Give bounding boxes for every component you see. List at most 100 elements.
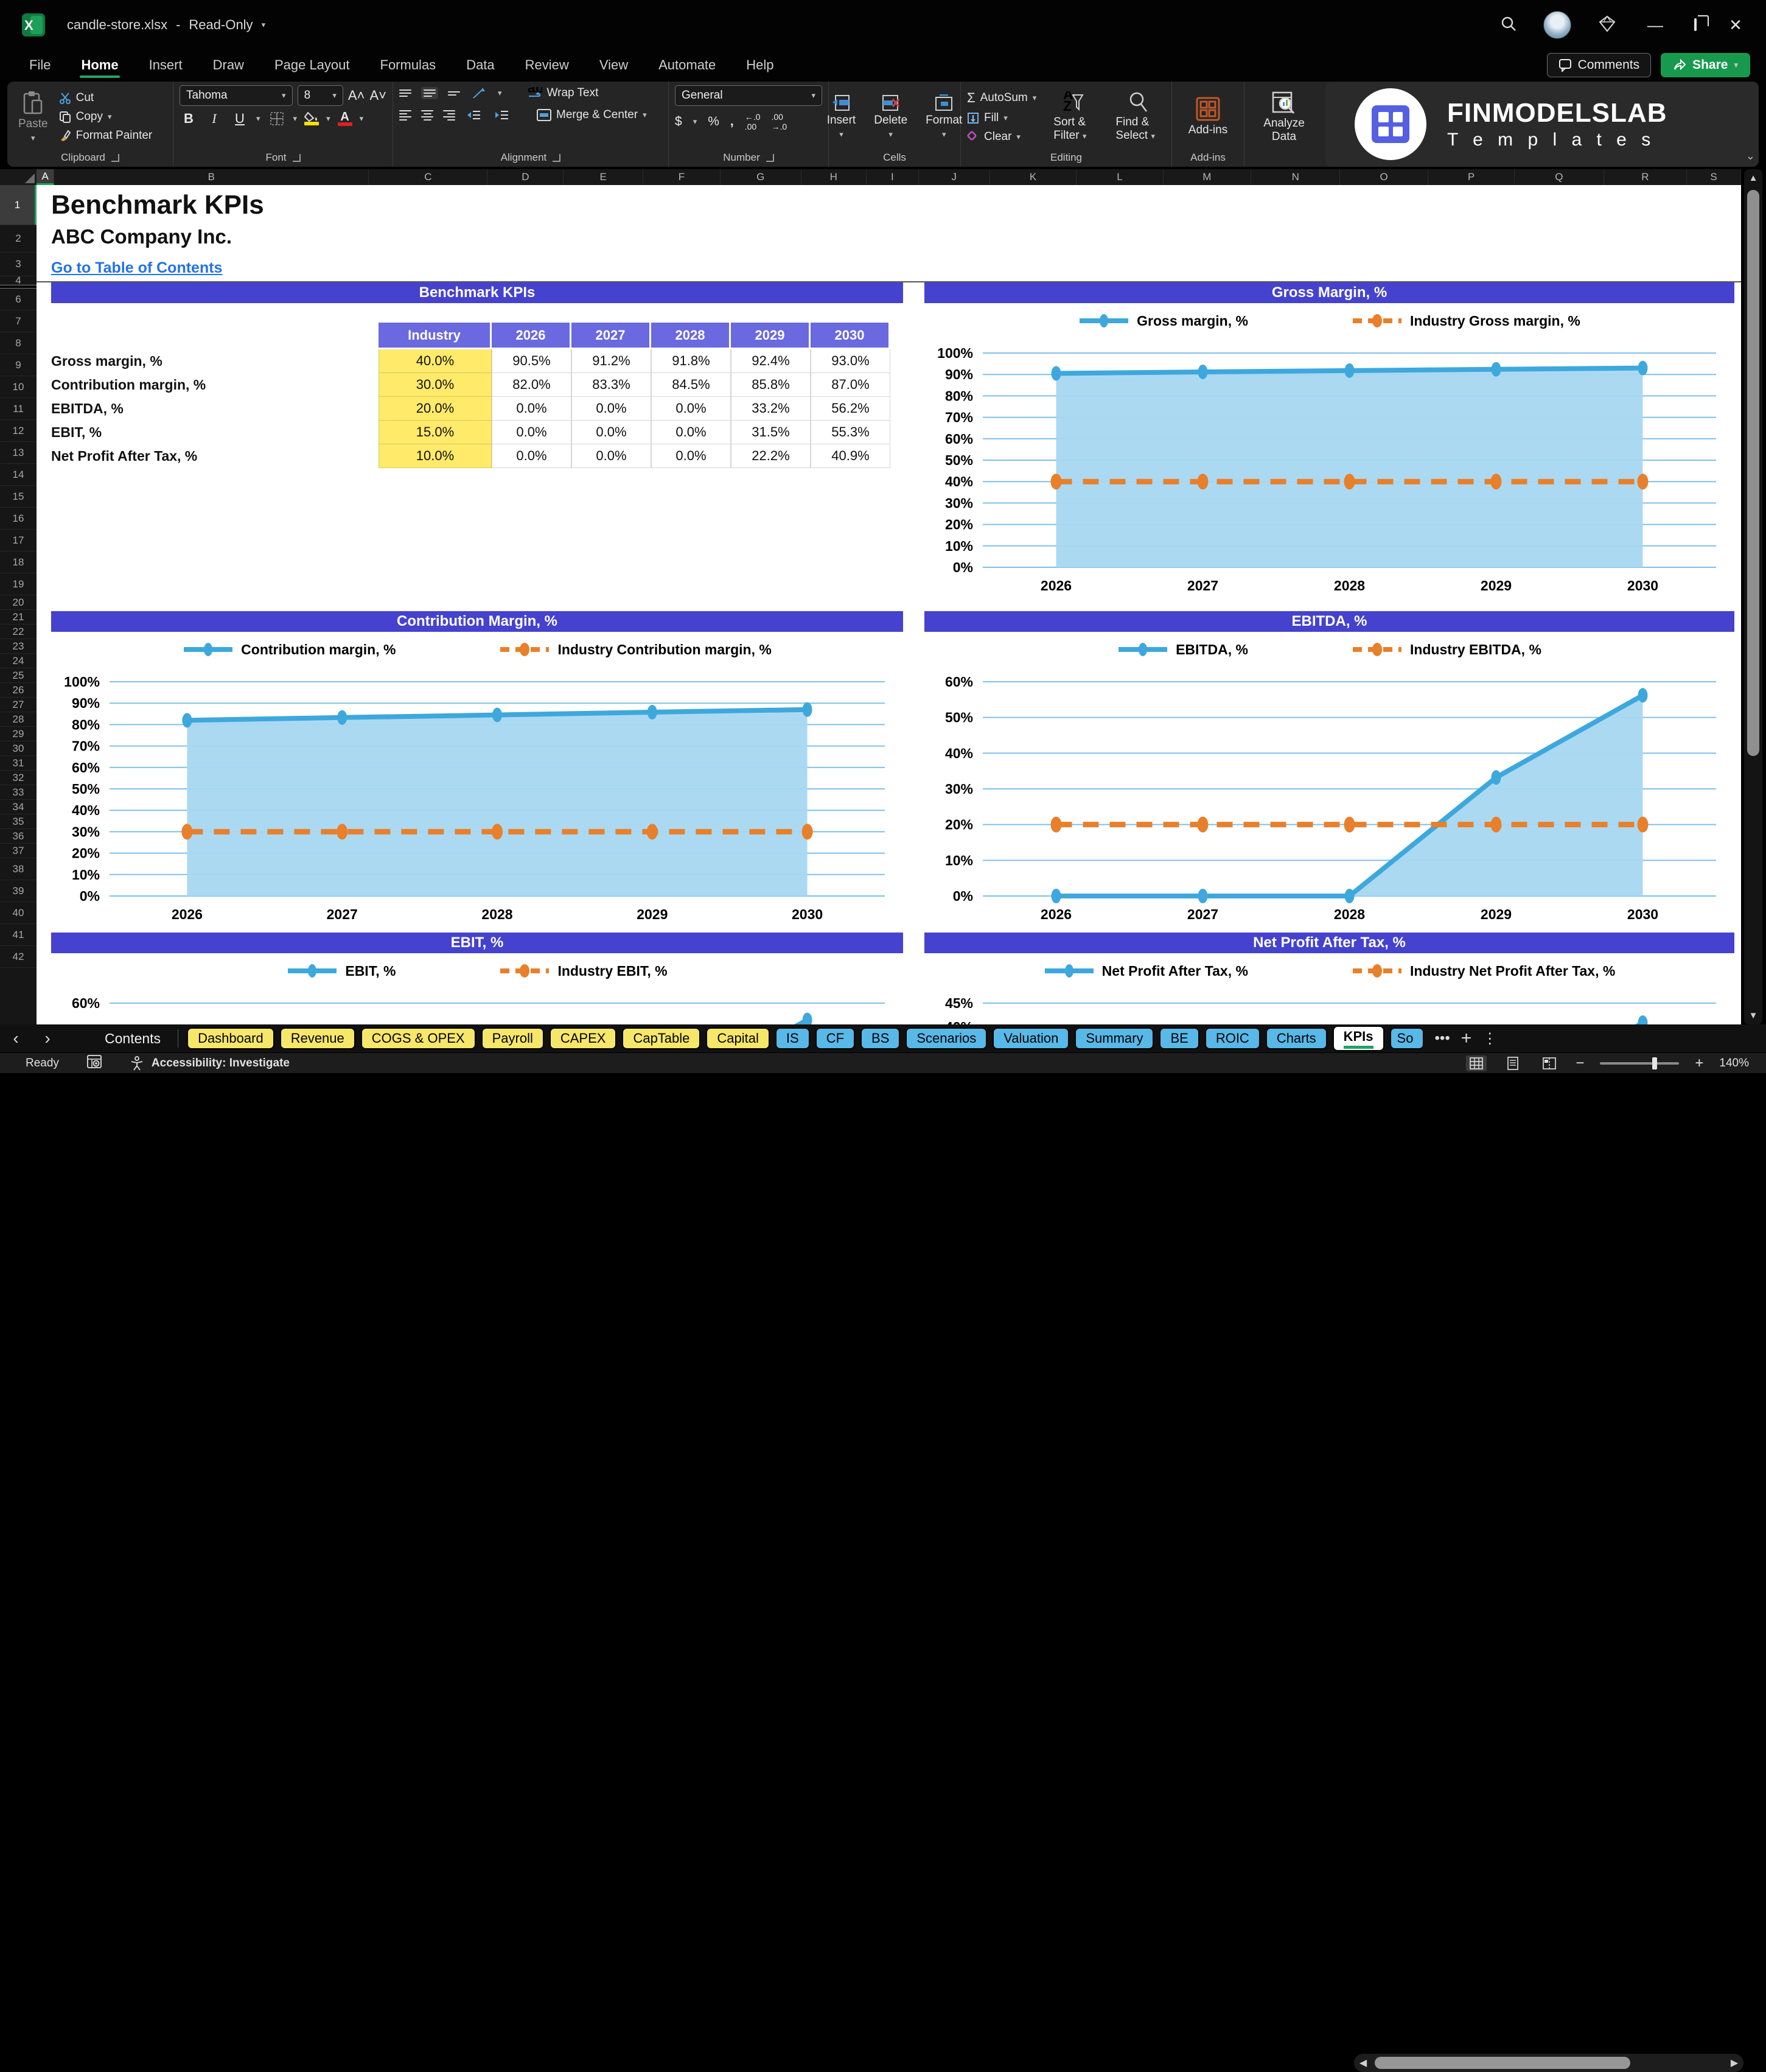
row-header-11[interactable]: 11: [0, 398, 37, 420]
row-header-34[interactable]: 34: [0, 800, 37, 814]
row-header-25[interactable]: 25: [0, 668, 37, 683]
row-header-30[interactable]: 30: [0, 741, 37, 756]
net-profit-after-tax-chart[interactable]: Net Profit After Tax, % Net Profit After…: [924, 933, 1734, 1024]
menu-tab-automate[interactable]: Automate: [646, 54, 728, 77]
copy-button[interactable]: Copy ▾: [59, 110, 153, 124]
bold-button[interactable]: B: [180, 111, 198, 127]
row-header-42[interactable]: 42: [0, 946, 37, 968]
clipboard-dialog-launcher[interactable]: [111, 153, 119, 162]
sort-filter-button[interactable]: AZ Sort & Filter ▾: [1049, 91, 1098, 142]
page-layout-view-button[interactable]: [1502, 1055, 1523, 1071]
row-header-13[interactable]: 13: [0, 442, 37, 464]
increase-indent-button[interactable]: [493, 107, 511, 123]
column-headers[interactable]: ABCDEFGHIJKLMNOPQRS: [37, 169, 1741, 185]
row-header-18[interactable]: 18: [0, 551, 37, 573]
underline-button[interactable]: U: [231, 111, 249, 127]
row-header-35[interactable]: 35: [0, 814, 37, 829]
row-header-1[interactable]: 1: [0, 185, 37, 225]
zoom-slider-thumb[interactable]: [1652, 1057, 1658, 1069]
column-header-F[interactable]: F: [643, 169, 721, 185]
prev-sheet-arrow[interactable]: ‹: [0, 1029, 32, 1048]
table-cell-2029[interactable]: 85.8%: [731, 373, 811, 397]
column-header-O[interactable]: O: [1340, 169, 1428, 185]
sheet-tab-scenarios[interactable]: Scenarios: [906, 1027, 988, 1049]
align-bottom-button[interactable]: [448, 91, 460, 96]
insert-cells-button[interactable]: Insert ▾: [822, 94, 861, 139]
sheet-tab-be[interactable]: BE: [1159, 1027, 1199, 1049]
borders-button[interactable]: [268, 111, 286, 127]
row-header-6[interactable]: 6: [0, 289, 37, 310]
decrease-decimal-button[interactable]: .00 →.0: [771, 112, 787, 131]
table-cell-2029[interactable]: 22.2%: [731, 444, 811, 468]
font-color-button[interactable]: A: [337, 111, 352, 126]
search-icon[interactable]: [1501, 16, 1516, 35]
delete-cells-button[interactable]: Delete ▾: [869, 94, 912, 139]
column-header-G[interactable]: G: [721, 169, 801, 185]
gross-margin-chart[interactable]: Gross Margin, % Gross margin, % Industry …: [924, 282, 1734, 598]
vertical-scrollbar-thumb[interactable]: [1747, 190, 1759, 756]
menu-tab-data[interactable]: Data: [454, 54, 506, 77]
row-header-24[interactable]: 24: [0, 654, 37, 668]
sheet-tab-contents[interactable]: Contents: [105, 1031, 161, 1047]
worksheet[interactable]: Benchmark KPIs ABC Company Inc. Go to Ta…: [37, 185, 1741, 1024]
fill-color-button[interactable]: [304, 112, 319, 125]
read-only-badge[interactable]: Read-Only: [189, 17, 253, 33]
table-cell-2026[interactable]: 0.0%: [492, 397, 571, 421]
table-cell-2026[interactable]: 0.0%: [492, 444, 571, 468]
row-header-17[interactable]: 17: [0, 530, 37, 551]
sheet-tab-revenue[interactable]: Revenue: [279, 1027, 355, 1049]
row-header-19[interactable]: 19: [0, 573, 37, 595]
column-header-A[interactable]: A: [37, 169, 55, 185]
menu-tab-view[interactable]: View: [587, 54, 640, 77]
font-dialog-launcher[interactable]: [292, 153, 301, 162]
sheet-tab-cogs-opex[interactable]: COGS & OPEX: [360, 1027, 476, 1049]
row-header-8[interactable]: 8: [0, 332, 37, 354]
sheet-tab-charts[interactable]: Charts: [1265, 1027, 1327, 1049]
table-cell-2028[interactable]: 0.0%: [651, 397, 731, 421]
page-break-view-button[interactable]: [1539, 1055, 1560, 1071]
row-header-38[interactable]: 38: [0, 858, 37, 880]
currency-format-button[interactable]: $: [675, 114, 682, 129]
comments-button[interactable]: Comments: [1546, 53, 1652, 77]
row-header-40[interactable]: 40: [0, 902, 37, 924]
number-format-select[interactable]: General ▾: [675, 85, 822, 106]
analyze-data-button[interactable]: Analyze Data: [1251, 90, 1318, 144]
menu-tab-page-layout[interactable]: Page Layout: [262, 54, 362, 77]
menu-tab-file[interactable]: File: [17, 54, 63, 77]
sheet-tab-valuation[interactable]: Valuation: [993, 1027, 1070, 1049]
column-header-R[interactable]: R: [1604, 169, 1687, 185]
fill-button[interactable]: Fill ▾: [967, 111, 1036, 125]
row-header-41[interactable]: 41: [0, 924, 37, 946]
row-header-36[interactable]: 36: [0, 829, 37, 844]
table-cell-industry[interactable]: 20.0%: [379, 397, 492, 421]
column-header-C[interactable]: C: [369, 169, 488, 185]
table-cell-2029[interactable]: 33.2%: [731, 397, 811, 421]
table-cell-2028[interactable]: 91.8%: [651, 349, 731, 373]
sheet-tab-capital[interactable]: Capital: [706, 1027, 770, 1049]
align-right-button[interactable]: [443, 110, 455, 121]
vertical-scrollbar[interactable]: ▲ ▼: [1744, 169, 1762, 1024]
row-header-16[interactable]: 16: [0, 508, 37, 530]
row-header-22[interactable]: 22: [0, 625, 37, 639]
next-sheet-arrow[interactable]: ›: [32, 1029, 63, 1048]
row-header-32[interactable]: 32: [0, 771, 37, 785]
table-cell-2028[interactable]: 84.5%: [651, 373, 731, 397]
row-headers[interactable]: 1 2 3 4 6 7 8 9 10 11 12 13 14 15 16 17 18 19 20 21 22 23 24 25…: [0, 185, 37, 1024]
table-cell-2027[interactable]: 91.2%: [571, 349, 651, 373]
sheet-options-dots[interactable]: ⋮: [1482, 1030, 1497, 1048]
select-all-corner[interactable]: [0, 169, 37, 186]
menu-tab-formulas[interactable]: Formulas: [368, 54, 448, 77]
sheet-tab-so[interactable]: So: [1389, 1027, 1424, 1049]
table-cell-2029[interactable]: 92.4%: [731, 349, 811, 373]
column-header-N[interactable]: N: [1251, 169, 1341, 185]
row-header-9[interactable]: 9: [0, 354, 37, 376]
horizontal-scrollbar-thumb[interactable]: [1375, 2057, 1630, 2069]
menu-tab-draw[interactable]: Draw: [201, 54, 256, 77]
menu-tab-help[interactable]: Help: [734, 54, 786, 77]
paste-button[interactable]: Paste ▾: [13, 91, 53, 143]
cut-button[interactable]: Cut: [59, 91, 153, 105]
avatar[interactable]: [1543, 11, 1571, 39]
table-cell-2030[interactable]: 56.2%: [811, 397, 890, 421]
number-dialog-launcher[interactable]: [766, 153, 774, 162]
horizontal-scrollbar[interactable]: ◀ ▶: [1354, 2054, 1743, 2072]
